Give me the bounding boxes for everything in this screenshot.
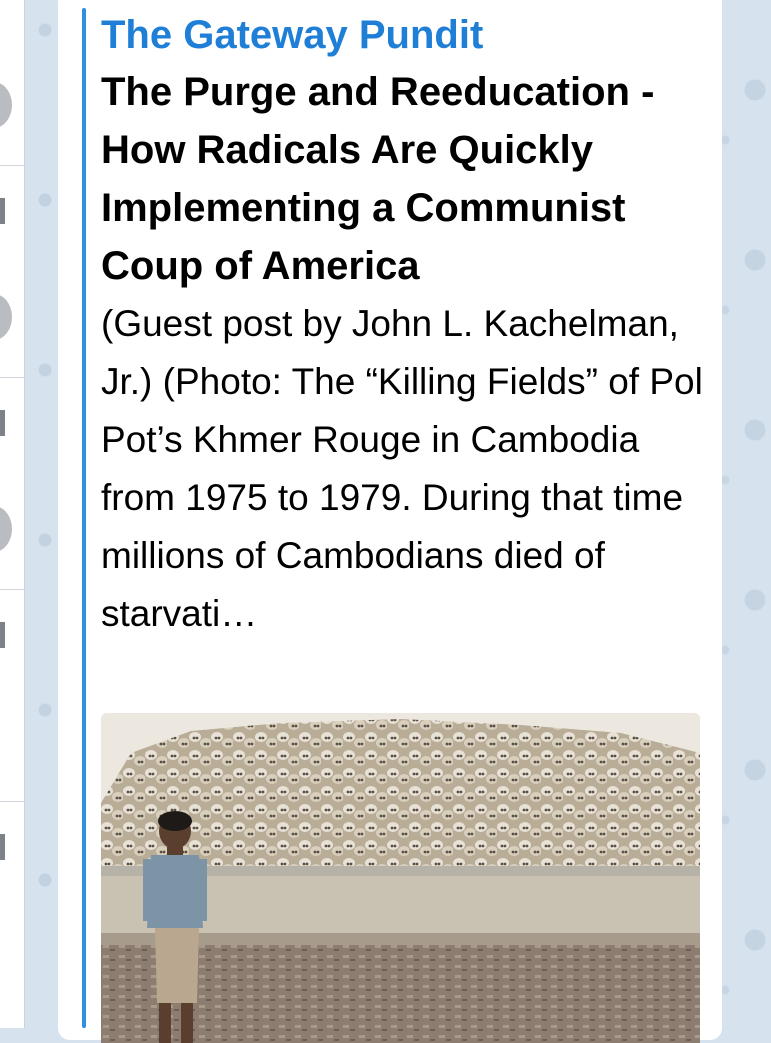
link-preview-site-name[interactable]: The Gateway Pundit bbox=[101, 12, 711, 58]
link-preview-accent-bar bbox=[82, 8, 86, 1028]
link-preview-image[interactable] bbox=[101, 713, 700, 1043]
chat-title-fragment bbox=[0, 834, 5, 860]
chat-list-divider bbox=[0, 801, 24, 802]
chat-list-divider bbox=[0, 589, 24, 590]
chat-list-edge bbox=[0, 0, 25, 1028]
photo-skull-pile bbox=[101, 719, 700, 871]
chat-list-divider bbox=[0, 165, 24, 166]
chat-title-fragment bbox=[0, 198, 5, 224]
chat-avatar[interactable] bbox=[0, 294, 12, 340]
chat-title-fragment bbox=[0, 410, 5, 436]
chat-avatar[interactable] bbox=[0, 82, 12, 128]
link-preview[interactable]: The Gateway Pundit The Purge and Reeduca… bbox=[101, 12, 711, 643]
link-preview-description: (Guest post by John L. Kachelman, Jr.) (… bbox=[101, 303, 703, 634]
link-preview-title[interactable]: The Purge and Reeducation - How Radicals… bbox=[101, 63, 711, 295]
chat-list-divider bbox=[0, 377, 24, 378]
chat-title-fragment bbox=[0, 622, 5, 648]
chat-avatar[interactable] bbox=[0, 506, 12, 552]
